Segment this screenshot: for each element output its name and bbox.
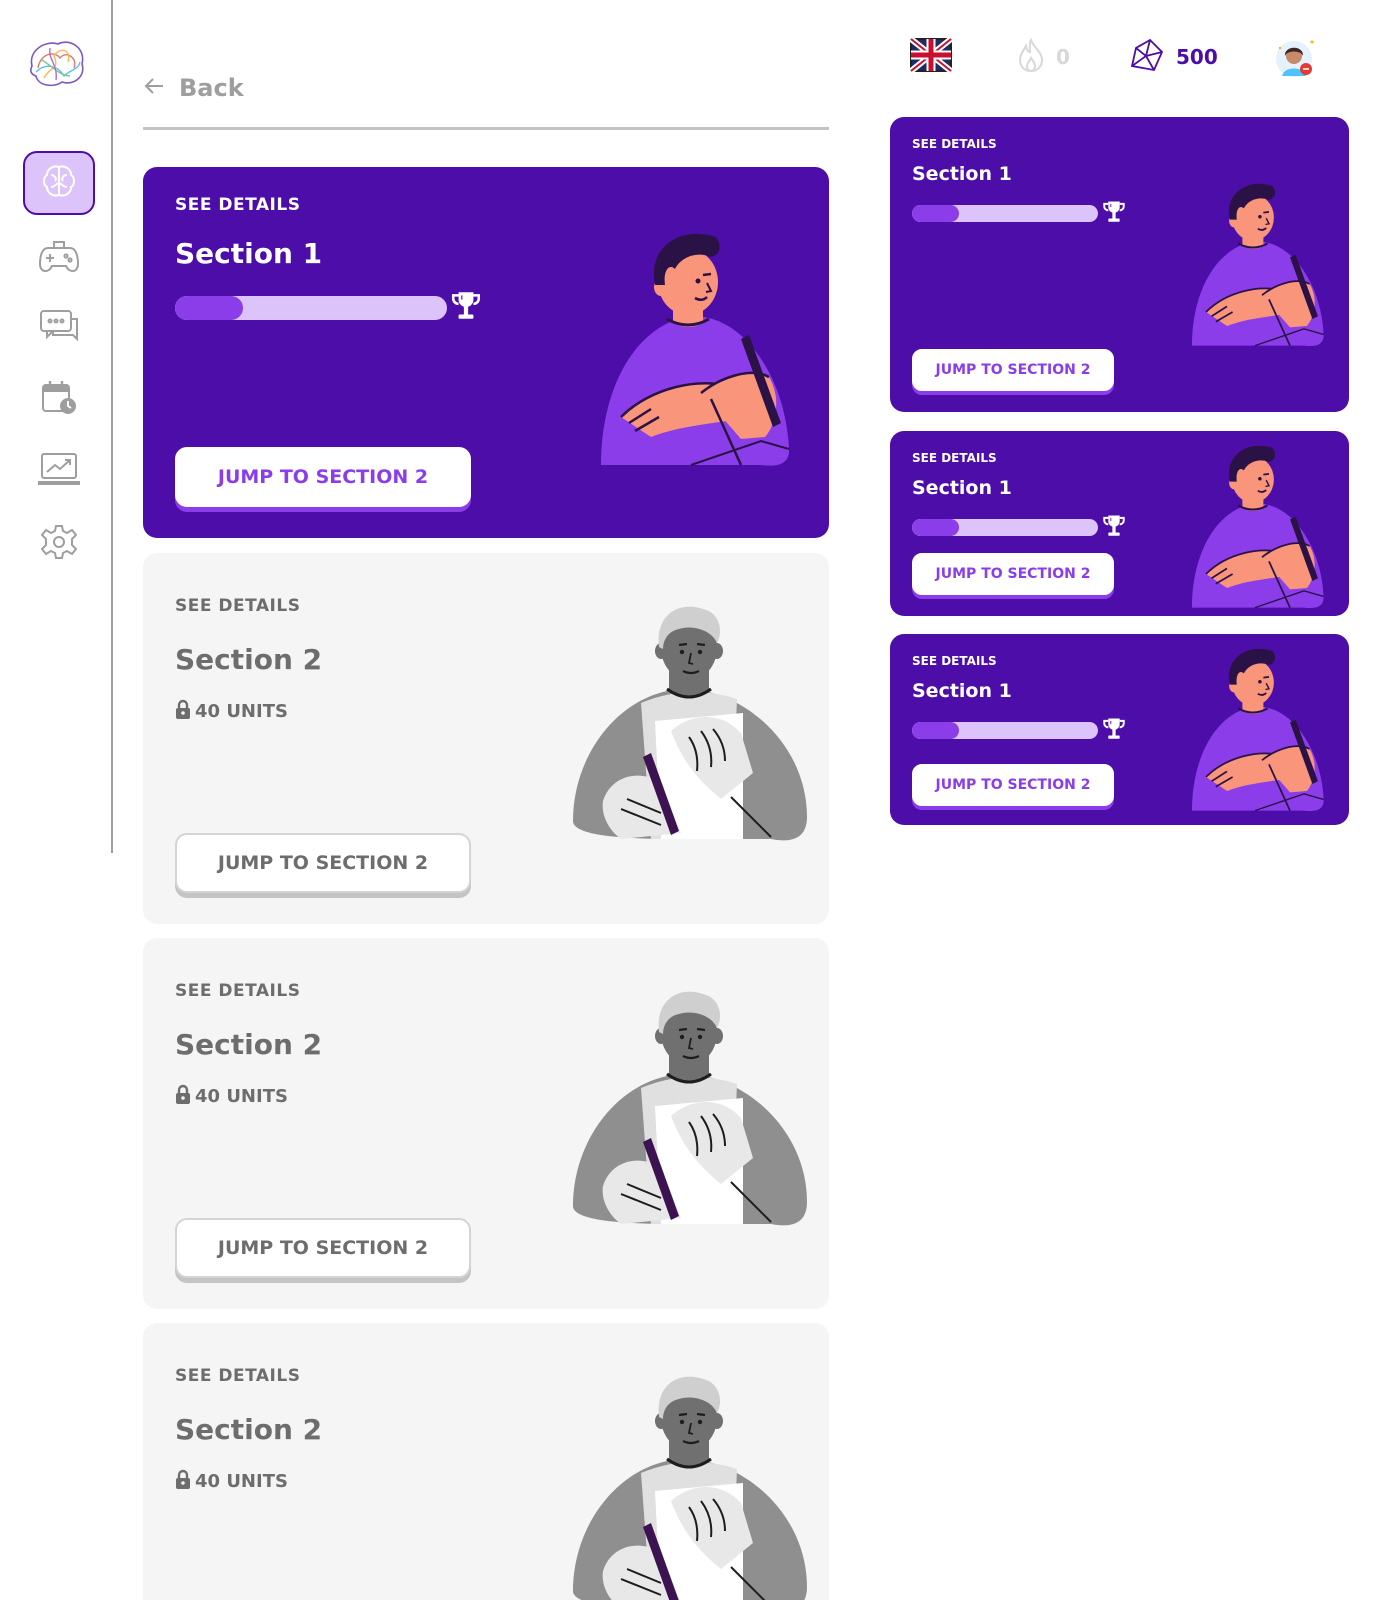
section-title: Section 1 — [175, 237, 323, 270]
sidebar — [0, 0, 113, 853]
section-progress-bar — [175, 296, 447, 320]
section-title: Section 2 — [175, 643, 323, 676]
units-label: 40 UNITS — [175, 699, 288, 724]
section-card-4[interactable]: SEE DETAILS Section 2 40 UNITS — [143, 1323, 829, 1600]
student-illustration-icon — [1185, 179, 1325, 351]
back-button[interactable]: Back — [143, 74, 244, 102]
trophy-icon — [449, 289, 483, 327]
gem-icon — [1130, 38, 1164, 76]
jump-to-section-button[interactable]: JUMP TO SECTION 2 — [912, 553, 1114, 595]
gear-icon — [40, 524, 78, 564]
language-selector[interactable] — [909, 36, 953, 76]
trophy-icon — [1101, 513, 1127, 543]
see-details-link[interactable]: SEE DETAILS — [175, 1366, 300, 1386]
side-section-card-2[interactable]: SEE DETAILS Section 1 JUMP TO SECTION 2 — [890, 431, 1349, 616]
analytics-laptop-icon — [38, 452, 80, 490]
sidebar-item-calendar[interactable] — [23, 367, 95, 431]
side-section-card-3[interactable]: SEE DETAILS Section 1 JUMP TO SECTION 2 — [890, 634, 1349, 825]
section-title: Section 2 — [175, 1413, 323, 1446]
jump-to-section-button[interactable]: JUMP TO SECTION 2 — [912, 764, 1114, 806]
see-details-link[interactable]: SEE DETAILS — [175, 981, 300, 1001]
student-illustration-icon — [591, 227, 791, 471]
back-label: Back — [179, 74, 244, 102]
trophy-icon — [1101, 199, 1127, 229]
see-details-link[interactable]: SEE DETAILS — [912, 654, 997, 668]
avatar-icon — [1274, 36, 1320, 86]
units-label: 40 UNITS — [175, 1084, 288, 1109]
gem-indicator[interactable]: 500 — [1130, 38, 1218, 76]
units-label: 40 UNITS — [175, 1469, 288, 1494]
lock-icon — [175, 1084, 191, 1109]
units-count: 40 UNITS — [195, 1086, 288, 1107]
section-progress-fill — [912, 519, 959, 536]
jump-to-section-button[interactable]: JUMP TO SECTION 2 — [175, 1218, 471, 1278]
see-details-link[interactable]: SEE DETAILS — [912, 451, 997, 465]
student-illustration-icon — [1185, 644, 1325, 816]
section-progress-bar — [912, 722, 1098, 739]
flame-icon — [1018, 37, 1044, 76]
student-locked-illustration-icon — [571, 988, 811, 1232]
section-title: Section 1 — [912, 477, 1012, 499]
arrow-left-icon — [143, 75, 165, 101]
section-title: Section 1 — [912, 163, 1012, 185]
chat-icon — [39, 309, 79, 347]
sidebar-item-chat[interactable] — [23, 296, 95, 360]
user-avatar[interactable] — [1274, 36, 1320, 86]
sidebar-item-brain[interactable] — [23, 151, 95, 215]
student-illustration-icon — [1185, 441, 1325, 613]
section-progress-fill — [912, 205, 959, 222]
section-title: Section 1 — [912, 680, 1012, 702]
jump-to-section-button[interactable]: JUMP TO SECTION 2 — [912, 349, 1114, 391]
brain-icon — [39, 161, 79, 205]
section-title: Section 2 — [175, 1028, 323, 1061]
calendar-clock-icon — [41, 379, 77, 419]
lock-icon — [175, 699, 191, 724]
jump-to-section-button[interactable]: JUMP TO SECTION 2 — [175, 833, 471, 893]
see-details-link[interactable]: SEE DETAILS — [175, 195, 300, 215]
streak-count: 0 — [1056, 45, 1070, 69]
units-count: 40 UNITS — [195, 701, 288, 722]
streak-indicator[interactable]: 0 — [1018, 37, 1070, 76]
lock-icon — [175, 1469, 191, 1494]
sidebar-item-analytics[interactable] — [23, 439, 95, 503]
section-card-1[interactable]: SEE DETAILS Section 1 JUMP TO SECTION 2 — [143, 167, 829, 538]
sidebar-item-settings[interactable] — [23, 512, 95, 576]
header-divider — [143, 127, 829, 130]
side-section-card-1[interactable]: SEE DETAILS Section 1 JUMP TO SECTION 2 — [890, 117, 1349, 412]
section-card-3[interactable]: SEE DETAILS Section 2 40 UNITS JUMP TO S… — [143, 938, 829, 1309]
section-card-2[interactable]: SEE DETAILS Section 2 40 UNITS JUMP TO S… — [143, 553, 829, 924]
section-progress-bar — [912, 519, 1098, 536]
uk-flag-icon — [909, 36, 953, 76]
jump-to-section-button[interactable]: JUMP TO SECTION 2 — [175, 447, 471, 507]
see-details-link[interactable]: SEE DETAILS — [912, 137, 997, 151]
sidebar-item-games[interactable] — [23, 226, 95, 290]
student-locked-illustration-icon — [571, 1373, 811, 1600]
see-details-link[interactable]: SEE DETAILS — [175, 596, 300, 616]
trophy-icon — [1101, 716, 1127, 746]
units-count: 40 UNITS — [195, 1471, 288, 1492]
student-locked-illustration-icon — [571, 603, 811, 847]
brain-logo-icon[interactable] — [24, 36, 88, 90]
section-progress-bar — [912, 205, 1098, 222]
gem-count: 500 — [1176, 45, 1218, 69]
section-progress-fill — [912, 722, 959, 739]
gamepad-icon — [38, 236, 80, 280]
section-progress-fill — [175, 296, 243, 320]
